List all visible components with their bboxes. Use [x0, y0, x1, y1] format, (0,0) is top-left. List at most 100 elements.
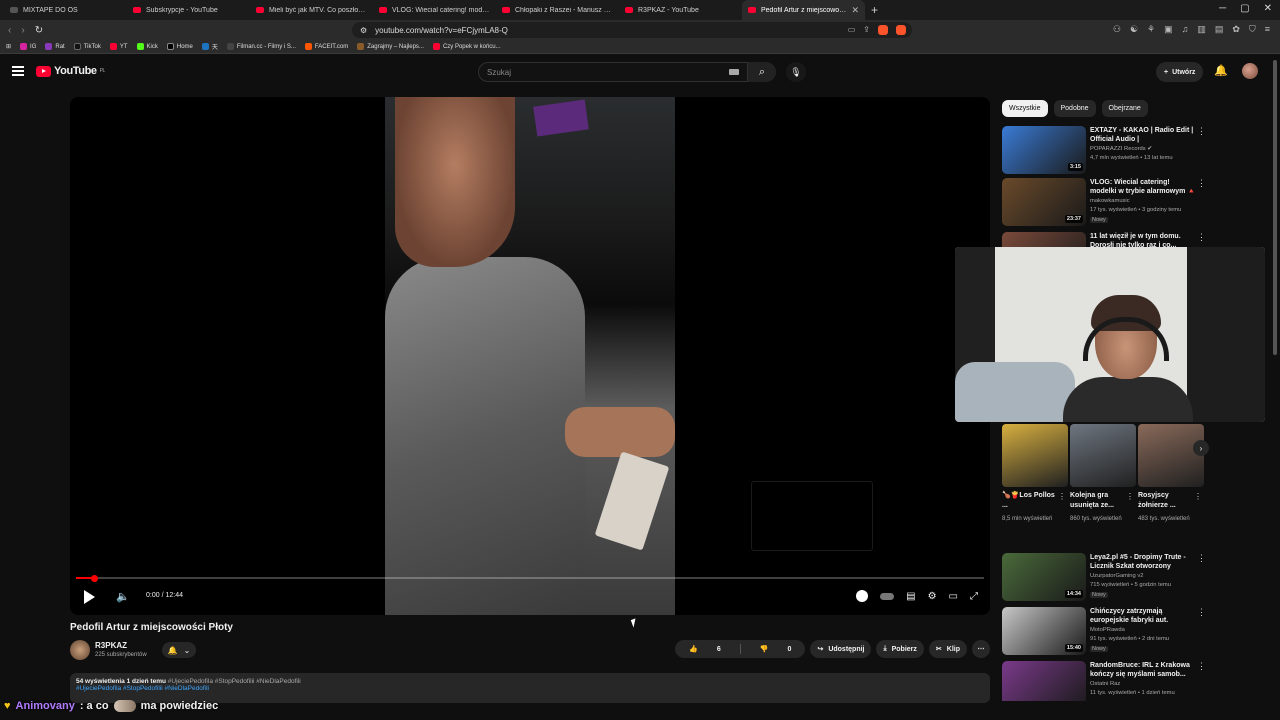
more-vertical-icon[interactable]: ⋮ [1058, 492, 1066, 501]
like-button[interactable]: 👍 6 [675, 645, 735, 654]
url-field[interactable]: ⚙ youtube.com/watch?v=eFCjymLA8-Q ▭ ⇪ [352, 22, 912, 38]
create-button[interactable]: + Utwórz [1156, 62, 1204, 82]
settings-gear-icon[interactable]: ⚙ [928, 591, 937, 602]
brave-shield-icon[interactable] [878, 25, 888, 35]
volume-icon[interactable]: 🔈 [116, 590, 130, 603]
clip-button[interactable]: ✂ Klip [928, 640, 967, 658]
recommended-channel[interactable]: MotoPRawda [1090, 627, 1125, 633]
recommended-video[interactable]: 15:40 Chińczycy zatrzymają europejskie f… [1002, 607, 1206, 657]
recommended-video[interactable]: 14:34 Leya2.pl #5 - Dropimy Trute - Licz… [1002, 553, 1206, 603]
video-thumbnail[interactable] [1002, 661, 1086, 701]
play-icon[interactable] [84, 590, 95, 604]
forward-icon[interactable]: › [21, 25, 24, 36]
chip-watched[interactable]: Obejrzane [1101, 100, 1148, 117]
more-vertical-icon[interactable]: ⋮ [1197, 607, 1206, 618]
minimize-icon[interactable]: ─ [1219, 3, 1226, 14]
browser-tab[interactable]: MIXTAPE DO OS [4, 0, 127, 20]
recommended-title[interactable]: VLOG: Wiecial catering! modelki w trybie… [1090, 178, 1196, 196]
music-icon[interactable]: ♫ [1182, 24, 1189, 35]
theater-mode-icon[interactable]: ▭ [949, 591, 958, 602]
more-vertical-icon[interactable]: ⋮ [1126, 492, 1134, 501]
short-title[interactable]: 🍗🍟Los Pollos ... [1002, 491, 1056, 511]
autoplay-toggle[interactable] [880, 592, 895, 600]
extension-icon[interactable]: ⚇ [1113, 24, 1121, 35]
video-player[interactable] [70, 97, 990, 615]
video-thumbnail[interactable]: 15:40 [1002, 607, 1086, 655]
recommended-title[interactable]: EXTAZY - KAKAO | Radio Edit | Official A… [1090, 126, 1196, 144]
maximize-icon[interactable]: ▢ [1240, 3, 1249, 14]
back-icon[interactable]: ‹ [8, 25, 11, 36]
site-info-icon[interactable]: ⚙ [360, 26, 367, 35]
short-title[interactable]: Kolejna gra usunięta ze... [1070, 491, 1124, 511]
browser-tab-active[interactable]: Pedofil Artur z miejscowości Płoty ✕ [742, 0, 865, 20]
youtube-logo[interactable]: YouTube PL [36, 65, 105, 77]
bookmark-item[interactable]: Kick [136, 43, 158, 50]
browser-tab[interactable]: Mieli być jak MTV. Co poszło nie tak [250, 0, 373, 20]
recommended-channel[interactable]: UzurpatorGaming v2 [1090, 573, 1143, 579]
reload-icon[interactable]: ↻ [35, 25, 43, 36]
bookmark-item[interactable]: Czy Popek w końcu... [432, 43, 501, 50]
subscription-bell-button[interactable]: 🔔 ⌄ [162, 642, 196, 658]
recommended-video[interactable]: 3:15 EXTAZY - KAKAO | Radio Edit | Offic… [1002, 126, 1206, 176]
search-input[interactable]: Szukaj [478, 62, 748, 82]
description-box[interactable]: 54 wyświetlenia 1 dzień temu #UjeciePedo… [70, 673, 990, 703]
browser-tab[interactable]: Chłopaki z Raszei - Mariusz robi pop [496, 0, 619, 20]
page-scrollbar[interactable] [1273, 60, 1277, 355]
recommended-video[interactable]: RandomBruce: IRL z Krakowa kończy się my… [1002, 661, 1202, 701]
bookmark-item[interactable]: TikTok [73, 43, 101, 50]
share-icon[interactable]: ⇪ [863, 25, 870, 35]
hamburger-menu-icon[interactable] [12, 66, 24, 76]
browser-tab[interactable]: Subskrypcje - YouTube [127, 0, 250, 20]
notifications-bell-icon[interactable]: 🔔 [1214, 64, 1228, 77]
video-thumbnail[interactable]: 3:15 [1002, 126, 1086, 174]
new-tab-icon[interactable]: + [865, 3, 884, 17]
shorts-next-button[interactable]: › [1193, 440, 1209, 456]
bookmark-item[interactable]: IG [20, 43, 36, 50]
more-vertical-icon[interactable]: ⋮ [1197, 178, 1206, 189]
video-thumbnail[interactable]: 14:34 [1002, 553, 1086, 601]
sidebar-icon[interactable]: ▥ [1197, 24, 1206, 35]
chip-related[interactable]: Podobne [1053, 100, 1096, 117]
more-vertical-icon[interactable]: ⋮ [1197, 553, 1206, 564]
sponsor-shield-icon[interactable] [856, 590, 869, 602]
recommended-title[interactable]: RandomBruce: IRL z Krakowa kończy się my… [1090, 661, 1196, 679]
bookmark-item[interactable]: YT [109, 43, 128, 50]
recommended-title[interactable]: Chińczycy zatrzymają europejskie fabryki… [1090, 607, 1196, 625]
video-thumbnail[interactable]: 23:37 [1002, 178, 1086, 226]
bookmark-item[interactable]: Zagrajmy – Najleps... [357, 43, 424, 50]
recommended-video[interactable]: 23:37 VLOG: Wiecial catering! modelki w … [1002, 178, 1206, 228]
more-vertical-icon[interactable]: ⋮ [1197, 126, 1206, 137]
voice-search-button[interactable]: 🎙 [786, 62, 806, 82]
browser-tab[interactable]: R3PKAZ - YouTube [619, 0, 742, 20]
short-thumbnail[interactable] [1070, 424, 1136, 487]
close-window-icon[interactable]: ✕ [1264, 3, 1272, 14]
dislike-button[interactable]: 👎 0 [746, 645, 806, 654]
short-thumbnail[interactable] [1138, 424, 1204, 487]
puzzle-icon[interactable]: ✿ [1232, 24, 1240, 35]
channel-name[interactable]: R3PKAZ [95, 641, 127, 650]
apps-icon[interactable]: ⊞ [6, 43, 11, 50]
fullscreen-icon[interactable]: ⤢ [970, 591, 978, 602]
close-tab-icon[interactable]: ✕ [851, 5, 859, 16]
keyboard-icon[interactable] [729, 69, 739, 75]
extension-icon[interactable]: ☯ [1130, 24, 1138, 35]
progress-scrubber[interactable] [91, 574, 99, 582]
recommended-channel[interactable]: POPARAZZI Records ✔ [1090, 146, 1152, 152]
browser-tab[interactable]: VLOG: Wiecial catering! modelki w tr [373, 0, 496, 20]
hashtags[interactable]: #UjeciePedofila #StopPedofilii #NieDlaPe… [76, 685, 984, 692]
extension-icon[interactable]: ⚘ [1147, 24, 1155, 35]
more-vertical-icon[interactable]: ⋮ [1194, 492, 1202, 501]
more-vertical-icon[interactable]: ⋮ [1197, 661, 1202, 672]
bookmark-item[interactable]: FACEIT.com [304, 43, 348, 50]
short-title[interactable]: Rosyjscy żołnierze ... [1138, 491, 1192, 511]
bookmark-item[interactable]: Home [166, 43, 193, 50]
extension-icon[interactable]: ▣ [1164, 24, 1173, 35]
wallet-icon[interactable]: ▤ [1215, 24, 1224, 35]
subtitles-icon[interactable]: ▤ [906, 591, 915, 602]
vpn-icon[interactable]: ⛉ [1249, 24, 1256, 35]
menu-icon[interactable]: ≡ [1265, 24, 1270, 35]
brave-rewards-icon[interactable] [896, 25, 906, 35]
channel-avatar[interactable] [70, 640, 90, 660]
bookmark-item[interactable]: Filman.cc - Filmy i S... [226, 43, 296, 50]
cast-icon[interactable]: ▭ [848, 25, 856, 35]
